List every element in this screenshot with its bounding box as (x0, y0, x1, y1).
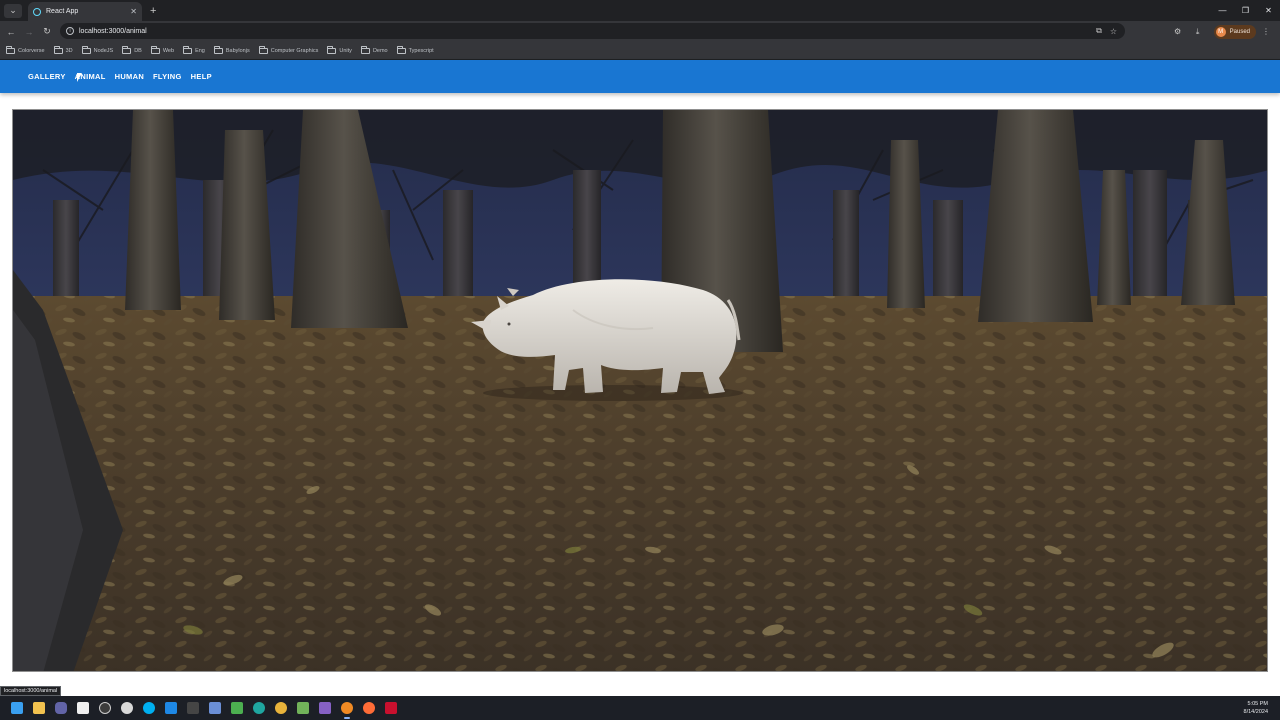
bookmark-item[interactable]: Demo (360, 45, 388, 54)
taskbar-teams[interactable] (50, 697, 72, 719)
bookmark-item[interactable]: DB (122, 45, 142, 54)
taskbar-obs[interactable] (94, 697, 116, 719)
new-tab-plus-icon[interactable]: + (150, 5, 156, 17)
taskbar-chrome-dev[interactable] (116, 697, 138, 719)
restore-icon[interactable]: ❐ (1234, 0, 1257, 21)
visual-studio-icon (319, 702, 331, 714)
minimize-icon[interactable]: — (1211, 0, 1234, 21)
mouse-cursor-icon (77, 73, 82, 82)
save-icon (209, 702, 221, 714)
tab-strip: ⌄ React App ✕ + — ❐ ✕ (0, 0, 1280, 21)
nav-human[interactable]: HUMAN (111, 72, 148, 81)
bookmark-item[interactable]: Colorverse (6, 45, 45, 54)
edge-icon (253, 702, 265, 714)
window-close-icon[interactable]: ✕ (1257, 0, 1280, 21)
taskbar-skype[interactable] (138, 697, 160, 719)
extensions-icon[interactable]: ⚙ (1168, 27, 1188, 36)
install-app-icon[interactable]: ⧉ (1096, 26, 1102, 36)
address-url[interactable]: localhost:3000/animal (79, 28, 1096, 35)
bookmark-item[interactable]: NodeJS (81, 45, 113, 54)
bookmark-item[interactable]: Babylonjs (213, 45, 250, 54)
browser-toolbar: ← → ↻ i localhost:3000/animal ⧉ ☆ ⚙ ⤓ M … (0, 21, 1280, 42)
taskbar-notepad[interactable] (292, 697, 314, 719)
link-status-bubble: localhost:3000/animal (0, 686, 62, 696)
folder-icon (327, 45, 337, 54)
teams-icon (55, 702, 67, 714)
folder-icon (183, 45, 193, 54)
bookmark-item[interactable]: Unity (327, 45, 352, 54)
bookmark-item[interactable]: Typescript (396, 45, 434, 54)
react-favicon-icon (33, 7, 41, 16)
browser-tab[interactable]: React App ✕ (28, 2, 142, 21)
taskbar-chrome-active[interactable] (336, 697, 358, 719)
app-navbar: GALLERY ANIMAL HUMAN FLYING HELP (0, 60, 1280, 93)
folder-icon (396, 45, 406, 54)
taskbar-calendar[interactable] (72, 697, 94, 719)
clock-time: 5:05 PM (1247, 701, 1268, 707)
skype-icon (143, 702, 155, 714)
notepad-icon (297, 702, 309, 714)
folder-icon (6, 45, 15, 54)
folder-icon (122, 45, 132, 54)
toolbar-right: ⚙ ⤓ M Paused ⋮ (1168, 23, 1276, 40)
taskbar-edge[interactable] (248, 697, 270, 719)
terminal-icon (187, 702, 199, 714)
forest-scene-illustration (13, 110, 1267, 671)
app-icon (231, 702, 243, 714)
chrome-icon (275, 702, 287, 714)
chrome-dev-icon (121, 702, 133, 714)
folder-icon (33, 702, 45, 714)
folder-icon (81, 45, 91, 54)
vscode-icon (165, 702, 177, 714)
folder-icon (258, 45, 268, 54)
kebab-menu-icon[interactable]: ⋮ (1256, 27, 1276, 36)
folder-icon (213, 45, 223, 54)
bookmark-star-icon[interactable]: ☆ (1110, 27, 1117, 36)
chrome-icon (341, 702, 353, 714)
bookmark-item[interactable]: Eng (183, 45, 205, 54)
folder-icon (150, 45, 160, 54)
back-arrow-icon[interactable]: ← (2, 23, 20, 41)
taskbar-terminal[interactable] (182, 697, 204, 719)
reload-icon[interactable]: ↻ (38, 23, 56, 41)
taskbar-chrome[interactable] (270, 697, 292, 719)
bookmark-item[interactable]: Web (150, 45, 174, 54)
tab-title: React App (46, 8, 79, 15)
profile-avatar: M (1215, 26, 1226, 37)
forward-arrow-icon[interactable]: → (20, 23, 38, 41)
window-controls: — ❐ ✕ (1211, 0, 1280, 21)
folder-icon (360, 45, 370, 54)
calendar-icon (77, 702, 89, 714)
folder-icon (53, 45, 63, 54)
shield-icon (385, 702, 397, 714)
bookmark-item[interactable]: Computer Graphics (258, 45, 318, 54)
tab-close-icon[interactable]: ✕ (130, 7, 137, 16)
taskbar-postman[interactable] (358, 697, 380, 719)
taskbar-visual-studio[interactable] (314, 697, 336, 719)
nav-flying[interactable]: FLYING (149, 72, 186, 81)
taskbar-file-explorer[interactable] (28, 697, 50, 719)
clock-date: 8/14/2024 (1243, 709, 1268, 715)
start-button[interactable] (6, 697, 28, 719)
windows-logo-icon (11, 702, 23, 714)
system-clock[interactable]: 5:05 PM 8/14/2024 (1244, 700, 1268, 716)
address-bar[interactable]: i localhost:3000/animal ⧉ ☆ (60, 23, 1125, 39)
taskbar-mcafee[interactable] (380, 697, 402, 719)
windows-taskbar (0, 696, 1280, 720)
site-info-icon[interactable]: i (66, 27, 74, 35)
tab-search-chevron-icon[interactable]: ⌄ (4, 3, 22, 18)
postman-icon (363, 702, 375, 714)
taskbar-vscode[interactable] (160, 697, 182, 719)
bookmarks-bar: Colorverse 3D NodeJS DB Web Eng Babylonj… (0, 42, 1280, 60)
taskbar-app[interactable] (226, 697, 248, 719)
nav-help[interactable]: HELP (187, 72, 216, 81)
nav-gallery[interactable]: GALLERY (24, 72, 70, 81)
obs-icon (99, 702, 111, 714)
3d-scene-canvas[interactable] (12, 109, 1268, 672)
taskbar-save[interactable] (204, 697, 226, 719)
downloads-icon[interactable]: ⤓ (1188, 27, 1208, 37)
profile-status: Paused (1229, 28, 1250, 35)
profile-button[interactable]: M Paused (1213, 24, 1256, 39)
bookmark-item[interactable]: 3D (53, 45, 73, 54)
